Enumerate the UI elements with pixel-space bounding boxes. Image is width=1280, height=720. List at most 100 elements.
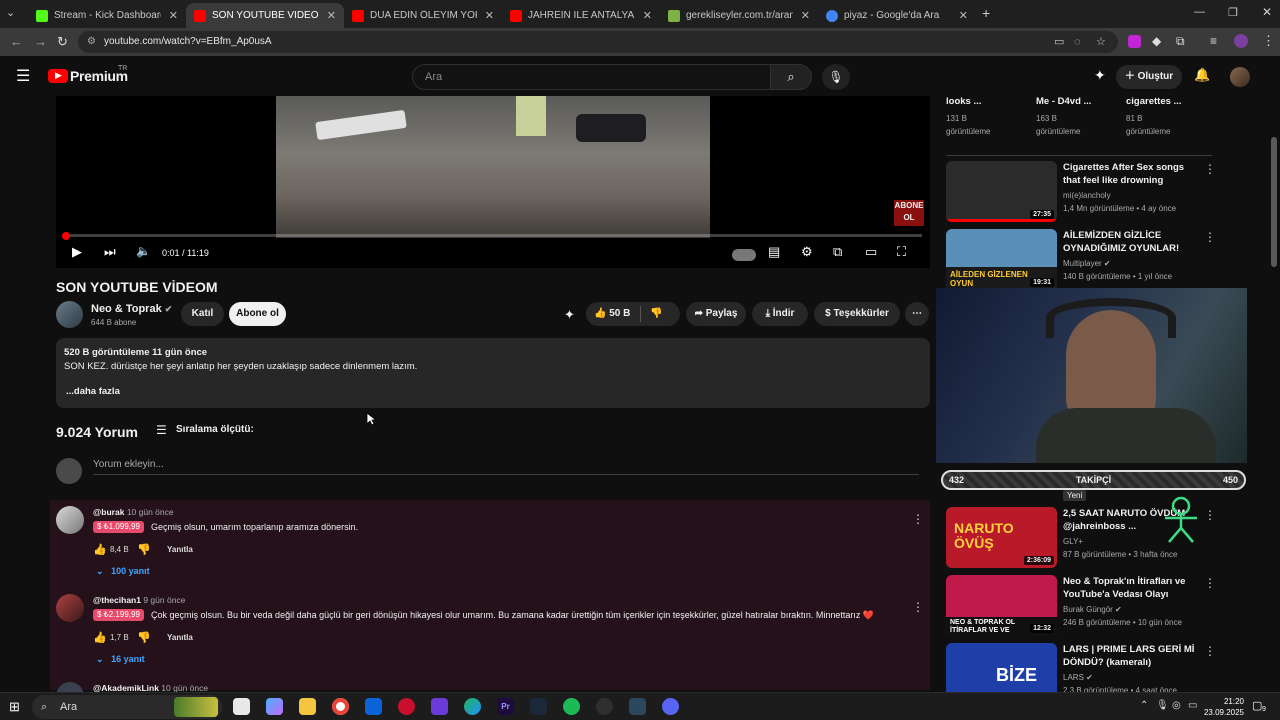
channel-avatar[interactable] xyxy=(56,301,83,328)
mic-tray-icon[interactable]: 🎙 xyxy=(1156,700,1169,711)
settings-gear-icon[interactable]: ⚙ xyxy=(801,244,813,260)
bookmark-star-icon[interactable]: ☆ xyxy=(1096,31,1106,53)
related-video-thumbnail[interactable]: BİZE xyxy=(946,643,1057,692)
sort-button[interactable]: Sıralama ölçütü: xyxy=(176,424,254,435)
page-scrollbar[interactable] xyxy=(1271,137,1277,267)
restore-icon[interactable]: ❐ xyxy=(1228,6,1238,19)
reply-button[interactable]: Yanıtla xyxy=(167,545,193,554)
comment-menu-icon[interactable]: ⋮ xyxy=(912,600,924,614)
opera-icon[interactable] xyxy=(398,698,415,715)
extension-diamond-icon[interactable]: ◆ xyxy=(1152,34,1161,48)
comment-user[interactable]: @thecihan1 9 gün önce xyxy=(93,595,185,605)
window-close-icon[interactable]: ✕ xyxy=(1262,5,1272,19)
add-comment-input[interactable]: Yorum ekleyin... xyxy=(93,459,919,475)
tab-youtube-3[interactable]: JAHREIN İLE ANTALYA YEMEK T ✕ xyxy=(502,3,660,28)
share-button[interactable]: ➦ Paylaş xyxy=(686,302,746,326)
ask-ai-sparkle-icon[interactable]: ✦ xyxy=(564,307,575,323)
channel-name[interactable]: Neo & Toprak ✔ xyxy=(91,303,172,315)
related-video-thumbnail[interactable]: 27:35 xyxy=(946,161,1057,222)
copilot-icon[interactable] xyxy=(266,698,283,715)
network-icon[interactable]: ▭ xyxy=(1188,700,1197,711)
miniplayer-icon[interactable]: ⧉ xyxy=(833,244,842,260)
related-video-channel[interactable]: Multiplayer ✔ xyxy=(1063,257,1223,270)
close-icon[interactable]: ✕ xyxy=(485,9,494,22)
reply-button[interactable]: Yanıtla xyxy=(167,633,193,642)
close-icon[interactable]: ✕ xyxy=(327,9,336,22)
cast-icon[interactable]: ▭ xyxy=(1054,31,1064,53)
comment-avatar[interactable] xyxy=(56,506,84,534)
premium-lite-icon[interactable]: ✦ xyxy=(1094,67,1106,84)
theater-mode-icon[interactable]: ▭ xyxy=(865,244,877,260)
thumbs-down-icon[interactable]: 👎 xyxy=(650,302,662,326)
comment-menu-icon[interactable]: ⋮ xyxy=(912,512,924,526)
close-icon[interactable]: ✕ xyxy=(959,9,968,22)
close-icon[interactable]: ✕ xyxy=(801,9,810,22)
headset-tray-icon[interactable]: ◎ xyxy=(1172,700,1181,711)
comment-like-icon[interactable]: 👍 xyxy=(93,543,107,556)
obs-icon[interactable] xyxy=(596,698,613,715)
more-actions-button[interactable]: ⋯ xyxy=(905,302,929,326)
minimize-icon[interactable]: — xyxy=(1194,6,1205,18)
related-video-title[interactable]: Neo & Toprak'ın İtirafları ve YouTube'a … xyxy=(1063,575,1203,601)
windows-start-icon[interactable]: ⊞ xyxy=(9,699,20,715)
description-box[interactable]: 520 B görüntüleme 11 gün önce SON KEZ. d… xyxy=(56,338,930,408)
related-video-thumbnail[interactable]: NARUTO ÖVÜŞ 2:36:09 xyxy=(946,507,1057,568)
related-video-title[interactable]: Me - D4vd ... xyxy=(1036,95,1116,108)
new-tab-button[interactable]: + xyxy=(982,5,990,21)
taskbar-clock[interactable]: 21:20 23.09.2025 xyxy=(1200,696,1244,718)
taskbar-search[interactable]: ⌕ Ara xyxy=(32,695,222,719)
comment-avatar[interactable] xyxy=(56,594,84,622)
progress-bar[interactable] xyxy=(64,234,922,237)
voice-search-button[interactable]: 🎙 xyxy=(822,64,850,90)
video-menu-icon[interactable]: ⋮ xyxy=(1204,576,1216,590)
tab-gerekliseyler[interactable]: gerekliseyler.com.tr/arama/İblek ✕ xyxy=(660,3,818,28)
edge-icon[interactable] xyxy=(464,698,481,715)
back-icon[interactable]: ← xyxy=(10,34,23,49)
related-video-title[interactable]: cigarettes ... xyxy=(1126,95,1206,108)
comment-dislike-icon[interactable]: 👎 xyxy=(137,543,151,556)
task-view-icon[interactable] xyxy=(233,698,250,715)
view-replies-button[interactable]: ⌄ 100 yanıt xyxy=(96,566,150,577)
autoplay-toggle[interactable] xyxy=(732,249,756,261)
related-video-title[interactable]: looks ... xyxy=(946,95,1026,108)
outlook-icon[interactable] xyxy=(365,698,382,715)
steam-alt-icon[interactable] xyxy=(629,698,646,715)
related-video-channel[interactable]: Burak Güngör ✔ xyxy=(1063,603,1223,616)
obs-plugin-icon[interactable] xyxy=(431,698,448,715)
subtitles-icon[interactable]: ▤ xyxy=(768,244,780,260)
youtube-logo-icon[interactable]: ▶ xyxy=(48,69,68,83)
related-video-title[interactable]: LARS | PRIME LARS GERİ Mİ DÖNDÜ? (kamera… xyxy=(1063,643,1203,669)
tab-youtube-2[interactable]: DUA EDİN ÖLEYİM YOKSA ÇOK ✕ xyxy=(344,3,502,28)
video-menu-icon[interactable]: ⋮ xyxy=(1204,644,1216,658)
extension-icon[interactable] xyxy=(1128,35,1141,48)
related-video-thumbnail[interactable]: AİLEDEN GİZLENEN OYUN 19:31 xyxy=(946,229,1057,290)
chrome-icon[interactable] xyxy=(332,698,349,715)
file-explorer-icon[interactable] xyxy=(299,698,316,715)
progress-scrubber[interactable] xyxy=(62,232,70,240)
subscribe-button[interactable]: Abone ol xyxy=(229,302,286,326)
menu-dots-icon[interactable]: ⋮ xyxy=(1262,33,1275,49)
video-player[interactable]: ABONE OL ▶ ⏭ 🔈 0:01 / 11:19 ▤ ⚙ ⧉ ▭ ⛶ xyxy=(56,96,930,268)
video-menu-icon[interactable]: ⋮ xyxy=(1204,508,1216,522)
related-video-thumbnail[interactable]: NEO & TOPRAK OL İTİRAFLAR VE VE 12:32 xyxy=(946,575,1057,636)
search-input[interactable]: Ara xyxy=(412,64,771,90)
close-icon[interactable]: ✕ xyxy=(169,9,178,22)
search-button[interactable]: ⌕ xyxy=(770,64,812,90)
notifications-bell-icon[interactable]: 🔔 xyxy=(1194,67,1210,83)
steam-icon[interactable] xyxy=(530,698,547,715)
url-field[interactable]: ⚙ youtube.com/watch?v=EBfm_Ap0usA ▭ ◌ ☆ xyxy=(78,31,1118,53)
play-icon[interactable]: ▶ xyxy=(72,244,82,260)
notification-center-icon[interactable]: ▢ xyxy=(1252,699,1262,712)
premiere-icon[interactable]: Pr xyxy=(497,698,514,715)
extensions-puzzle-icon[interactable]: ⧉ xyxy=(1176,34,1185,49)
tab-google[interactable]: piyaz - Google'da Ara ✕ xyxy=(818,3,976,28)
next-icon[interactable]: ⏭ xyxy=(104,244,116,260)
account-avatar[interactable] xyxy=(1230,67,1250,87)
close-icon[interactable]: ✕ xyxy=(643,9,652,22)
site-info-icon[interactable]: ⚙ xyxy=(87,31,96,53)
tab-list-chevron-icon[interactable]: ⌄ xyxy=(6,6,15,19)
discord-icon[interactable] xyxy=(662,698,679,715)
related-video-title[interactable]: Cigarettes After Sex songs that feel lik… xyxy=(1063,161,1203,187)
related-video-title[interactable]: AİLEMİZDEN GİZLİCE OYNADIĞIMIZ OYUNLAR! xyxy=(1063,229,1203,255)
hamburger-menu-icon[interactable]: ☰ xyxy=(16,66,30,86)
